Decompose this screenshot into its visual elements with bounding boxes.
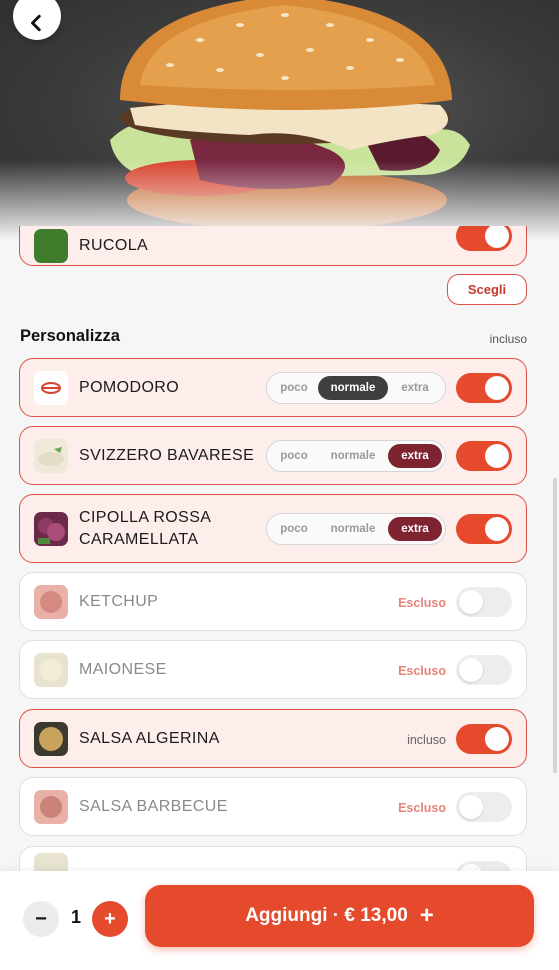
option-card-ketchup[interactable]: KETCHUP Escluso (19, 572, 527, 631)
next-thumbnail (34, 852, 68, 871)
option-card-rucola[interactable]: RUCOLA (19, 226, 527, 266)
portion-poco[interactable]: poco (270, 382, 318, 394)
option-label: CIPOLLA ROSSA CARAMELLATA (79, 508, 212, 548)
option-card-cipolla-rossa-caramellata[interactable]: CIPOLLA ROSSA CARAMELLATA poco normale e… (19, 494, 527, 563)
portion-normale[interactable]: normale (318, 376, 388, 400)
option-card-salsa-barbecue[interactable]: SALSA BARBECUE Escluso (19, 777, 527, 836)
portion-normale[interactable]: normale (318, 523, 388, 535)
portion-extra[interactable]: extra (388, 517, 442, 541)
portion-poco[interactable]: poco (270, 523, 318, 535)
option-card-svizzero-bavarese[interactable]: SVIZZERO BAVARESE poco normale extra (19, 426, 527, 485)
minus-icon: − (35, 908, 47, 930)
mayonnaise-thumbnail (34, 652, 68, 687)
rucola-thumbnail (34, 229, 68, 263)
increase-quantity-button[interactable]: + (92, 901, 128, 937)
section-title: Personalizza (20, 327, 120, 345)
options-list: RUCOLA Scegli Personalizza incluso POMOD… (0, 226, 559, 871)
portion-normale[interactable]: normale (318, 450, 388, 462)
sauce-thumbnail (34, 721, 68, 756)
option-card-salsa-algerina[interactable]: SALSA ALGERINA incluso (19, 709, 527, 768)
toggle-switch[interactable] (456, 724, 512, 754)
toggle-switch[interactable] (456, 226, 512, 251)
status-label: Escluso (398, 596, 446, 610)
cheese-thumbnail (34, 438, 68, 473)
bottom-bar: − 1 + Aggiungi · € 13,00 + (0, 871, 559, 970)
status-label: Escluso (398, 664, 446, 678)
decrease-quantity-button[interactable]: − (23, 901, 59, 937)
toggle-switch[interactable] (456, 514, 512, 544)
scrollbar[interactable] (553, 478, 557, 773)
portion-selector[interactable]: poco normale extra (266, 513, 446, 545)
plus-icon: + (104, 908, 116, 930)
toggle-switch[interactable] (456, 373, 512, 403)
add-to-cart-button[interactable]: Aggiungi · € 13,00 + (145, 885, 534, 947)
add-to-cart-label: Aggiungi · € 13,00 (245, 905, 408, 926)
ketchup-thumbnail (34, 584, 68, 619)
option-label: SALSA BARBECUE (79, 797, 228, 815)
tomato-icon (34, 370, 68, 405)
onion-thumbnail (34, 511, 68, 546)
choose-button[interactable]: Scegli (447, 274, 527, 305)
portion-selector[interactable]: poco normale extra (266, 372, 446, 404)
portion-extra[interactable]: extra (388, 382, 442, 394)
toggle-switch[interactable] (456, 587, 512, 617)
option-card-next[interactable] (19, 846, 527, 871)
option-label: MAIONESE (79, 660, 167, 678)
status-label: incluso (407, 733, 446, 747)
toggle-switch[interactable] (456, 655, 512, 685)
option-label: SALSA ALGERINA (79, 729, 220, 747)
product-hero-image (0, 0, 559, 240)
quantity-value: 1 (70, 907, 81, 927)
toggle-switch[interactable] (456, 441, 512, 471)
option-label: SVIZZERO BAVARESE (79, 446, 255, 464)
option-card-maionese[interactable]: MAIONESE Escluso (19, 640, 527, 699)
option-card-pomodoro[interactable]: POMODORO poco normale extra (19, 358, 527, 417)
portion-selector[interactable]: poco normale extra (266, 440, 446, 472)
toggle-switch[interactable] (456, 861, 512, 871)
portion-poco[interactable]: poco (270, 450, 318, 462)
plus-icon: + (419, 902, 434, 929)
status-label: Escluso (398, 801, 446, 815)
portion-extra[interactable]: extra (388, 444, 442, 468)
option-label: POMODORO (79, 378, 180, 396)
bbq-sauce-thumbnail (34, 789, 68, 824)
option-label: RUCOLA (79, 237, 149, 254)
chevron-left-icon (31, 14, 41, 32)
option-label: KETCHUP (79, 592, 159, 610)
toggle-switch[interactable] (456, 792, 512, 822)
section-note: incluso (489, 332, 527, 346)
